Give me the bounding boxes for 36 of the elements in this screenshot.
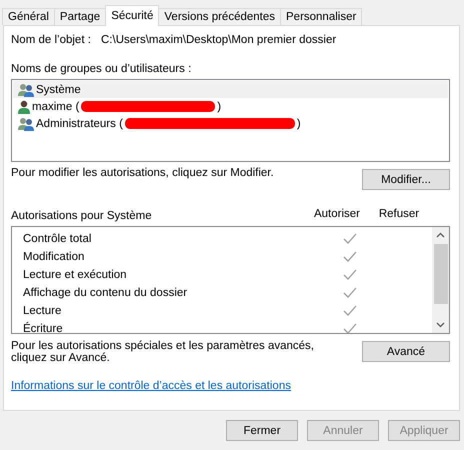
hint-text: Pour modifier les autorisations, cliquez sur Modifier. [11,167,274,179]
hint-text: Pour les autorisations spéciales et les paramètres avancés, cliquez sur Avancé. [11,340,315,364]
section-label: Noms de groupes ou d’utilisateurs : [11,63,192,75]
parenthesis: ) [296,118,301,130]
section-label: Autorisations pour Système [11,210,153,222]
list-item[interactable]: maxime ( ) [13,98,448,115]
permission-name: Lecture [23,305,62,317]
scroll-thumb[interactable] [434,244,448,304]
permission-name: Affichage du contenu du dossier [23,287,188,299]
user-name: Système [36,84,81,96]
users-icon [18,116,34,130]
list-item[interactable]: Administrateurs ( ) [13,115,448,132]
column-header: Refuser [378,208,420,220]
parenthesis: ) [217,100,222,112]
advanced-button[interactable]: Avancé [362,341,450,362]
field-label: Nom de l’objet : [11,34,92,46]
permission-name: Écriture [23,323,63,333]
object-path: C:\Users\maxim\Desktop\Mon premier dossier [101,34,336,46]
help-link[interactable]: Informations sur le contrôle d’accès et les autorisations [11,380,291,392]
scrollbar[interactable] [432,227,449,333]
user-name: maxime ( [32,100,80,112]
permission-name: Lecture et exécution [23,269,127,281]
tab[interactable]: Général [2,8,55,25]
tab[interactable]: Versions précédentes [158,8,281,25]
user-name: Administrateurs ( [36,118,123,130]
tab[interactable]: Sécurité [105,5,160,26]
list-item[interactable]: Système [13,81,448,98]
permission-name: Modification [23,251,84,263]
dialog-button[interactable]: Fermer [226,420,298,441]
users-icon [18,82,34,96]
permission-name: Contrôle total [23,233,92,245]
tab[interactable]: Partage [54,8,106,25]
tab[interactable]: Personnaliser [280,8,362,25]
user-icon [18,100,30,114]
column-header: Autoriser [312,208,362,220]
modify-button[interactable]: Modifier... [362,169,450,190]
